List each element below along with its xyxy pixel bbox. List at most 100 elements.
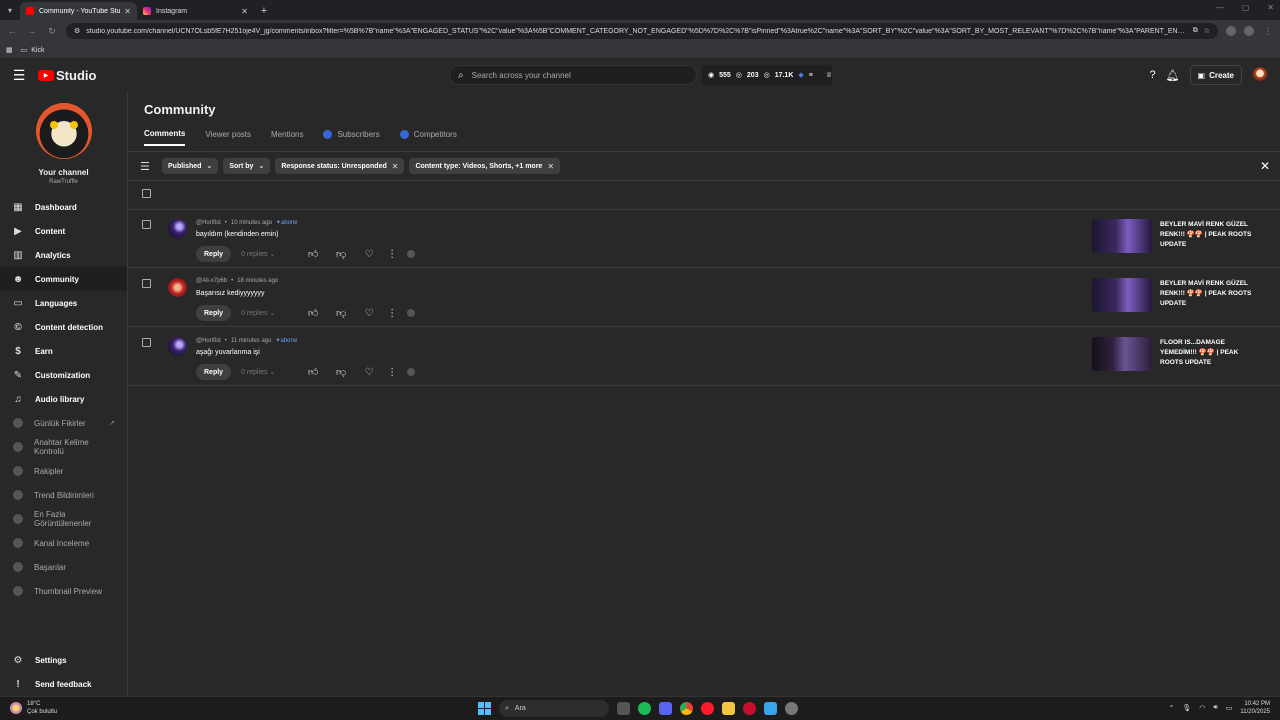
translate-icon[interactable]: ⧉ (1193, 27, 1198, 35)
chrome-icon[interactable] (680, 702, 693, 715)
dislike-icon[interactable]: 👎︎ (327, 307, 355, 319)
forward-icon[interactable]: → (26, 26, 38, 36)
like-icon[interactable]: 👍︎ (299, 366, 327, 378)
reply-button[interactable]: Reply (196, 305, 232, 321)
dislike-icon[interactable]: 👎︎ (327, 366, 355, 378)
replies-toggle[interactable]: 0 replies ⌄ (241, 250, 299, 258)
replies-toggle[interactable]: 0 replies ⌄ (241, 309, 299, 317)
tab-instagram[interactable]: Instagram ✕ (137, 2, 254, 20)
taskbar-search[interactable]: ⌕ Ara (499, 700, 609, 717)
comment-author[interactable]: @Horifist (196, 338, 221, 344)
extension-icon[interactable] (1226, 26, 1236, 36)
sidebar-item-anahtar-kelime[interactable]: Anahtar Kelime Kontrolü (0, 435, 127, 459)
sidebar-item-basarilar[interactable]: Başarılar (0, 555, 127, 579)
like-icon[interactable]: 👍︎ (299, 307, 327, 319)
sidebar-item-earn[interactable]: $ Earn (0, 339, 127, 363)
trophy-icon[interactable]: ♕ (826, 71, 832, 79)
reply-button[interactable]: Reply (196, 246, 232, 262)
commenter-avatar[interactable] (168, 278, 187, 297)
notepad-icon[interactable] (764, 702, 777, 715)
extension-badge-icon[interactable]: ◆ (798, 71, 803, 79)
close-window-icon[interactable]: ✕ (1267, 3, 1274, 12)
hamburger-menu-icon[interactable]: ☰ (0, 67, 38, 84)
tab-youtube-studio[interactable]: Community - YouTube Studio ✕ (20, 2, 137, 20)
windows-start-icon[interactable] (478, 702, 491, 715)
sidebar-item-community[interactable]: ☻ Community (0, 267, 127, 291)
close-icon[interactable]: ✕ (124, 7, 131, 16)
sidebar-item-audio-library[interactable]: ♫ Audio library (0, 387, 127, 411)
task-view-icon[interactable] (617, 702, 630, 715)
url-field[interactable]: ⚙ studio.youtube.com/channel/UCN7OLsb5fE… (66, 23, 1218, 39)
heart-icon[interactable]: ♡ (355, 308, 383, 319)
studio-logo[interactable]: ▶ Studio (38, 68, 96, 83)
tab-search-icon[interactable]: ▾ (0, 0, 20, 20)
back-icon[interactable]: ← (6, 26, 18, 36)
video-title[interactable]: BEYLER MAVİ RENK GÜZEL RENK!!! 🍄🍄 | PEAK… (1160, 220, 1260, 250)
tab-subscribers[interactable]: Subscribers (323, 129, 380, 146)
opera-gx-icon[interactable] (743, 702, 756, 715)
minimize-icon[interactable]: — (1216, 3, 1224, 12)
published-filter[interactable]: Published ⌄ (162, 158, 219, 174)
dislike-icon[interactable]: 👎︎ (327, 248, 355, 260)
wifi-icon[interactable]: ◠ (1199, 704, 1205, 712)
reload-icon[interactable]: ↻ (46, 26, 58, 37)
microphone-icon[interactable]: 🎙︎ (1182, 704, 1191, 712)
volume-icon[interactable]: 🔊︎ (1213, 704, 1217, 712)
comment-checkbox[interactable] (142, 338, 151, 347)
sort-by-filter[interactable]: Sort by ⌄ (223, 158, 271, 174)
video-title[interactable]: FLOOR IS...DAMAGE YEMEDİM!!! 🍄🍄 | PEAK R… (1160, 338, 1260, 368)
video-thumbnail[interactable] (1092, 337, 1152, 371)
help-icon[interactable]: ? (1149, 69, 1155, 81)
comment-author[interactable]: @Ali-x7p6b (196, 278, 227, 284)
replies-toggle[interactable]: 0 replies ⌄ (241, 368, 299, 376)
tab-viewer-posts[interactable]: Viewer posts (205, 129, 251, 146)
video-thumbnail[interactable] (1092, 219, 1152, 253)
extension-icon[interactable] (407, 309, 416, 317)
sidebar-item-customization[interactable]: ✎ Customization (0, 363, 127, 387)
heart-icon[interactable]: ♡ (355, 249, 383, 260)
heart-icon[interactable]: ♡ (355, 367, 383, 378)
sidebar-item-feedback[interactable]: ! Send feedback (0, 672, 127, 696)
comment-author[interactable]: @Horifist (196, 220, 221, 226)
discord-icon[interactable] (659, 702, 672, 715)
create-button[interactable]: ▣ Create (1189, 65, 1242, 85)
sidebar-item-settings[interactable]: ⚙ Settings (0, 648, 127, 672)
video-thumbnail[interactable] (1092, 278, 1152, 312)
extension-icon[interactable] (407, 368, 416, 376)
select-all-checkbox[interactable] (142, 189, 151, 198)
battery-icon[interactable]: ▭ (1226, 704, 1233, 712)
more-options-icon[interactable]: ⋮ (383, 249, 401, 260)
maximize-icon[interactable]: ▢ (1242, 3, 1250, 12)
comment-checkbox[interactable] (142, 220, 151, 229)
video-title[interactable]: BEYLER MAVİ RENK GÜZEL RENK!!! 🍄🍄 | PEAK… (1160, 279, 1260, 309)
account-avatar[interactable] (1252, 67, 1268, 83)
sidebar-item-content-detection[interactable]: © Content detection (0, 315, 127, 339)
close-icon[interactable]: ✕ (547, 162, 554, 171)
content-type-chip[interactable]: Content type: Videos, Shorts, +1 more ✕ (409, 158, 561, 174)
checkbox[interactable] (142, 189, 151, 198)
reply-button[interactable]: Reply (196, 364, 232, 380)
file-explorer-icon[interactable] (722, 702, 735, 715)
site-info-icon[interactable]: ⚙ (74, 27, 80, 35)
comment-checkbox[interactable] (142, 279, 151, 288)
more-options-icon[interactable]: ⋮ (383, 367, 401, 378)
system-clock[interactable]: 10:42 PM 11/20/2025 (1240, 700, 1270, 716)
response-status-chip[interactable]: Response status: Unresponded ✕ (275, 158, 405, 174)
channel-stats-widget[interactable]: ◉ 555 ◎ 203 ◎ 17.1K ◆ ≡ ♕ (702, 65, 832, 85)
settings-app-icon[interactable] (785, 702, 798, 715)
commenter-avatar[interactable] (168, 219, 187, 238)
chevron-up-icon[interactable]: ⌃ (1168, 704, 1174, 712)
extension-icon[interactable] (407, 250, 416, 258)
bookmark-kick[interactable]: ▭ Kick (21, 46, 45, 55)
sidebar-item-dashboard[interactable]: ▦ Dashboard (0, 195, 127, 219)
sidebar-item-languages[interactable]: ▭ Languages (0, 291, 127, 315)
tab-comments[interactable]: Comments (144, 129, 186, 146)
new-tab-button[interactable]: + (254, 2, 274, 20)
close-icon[interactable]: ✕ (241, 7, 248, 16)
tab-mentions[interactable]: Mentions (271, 129, 303, 146)
profile-icon[interactable] (1244, 26, 1254, 36)
like-icon[interactable]: 👍︎ (299, 248, 327, 260)
sidebar-item-en-fazla[interactable]: En Fazla Görüntülenenler (0, 507, 127, 531)
menu-icon[interactable]: ⋮ (1262, 26, 1274, 37)
more-options-icon[interactable]: ⋮ (383, 308, 401, 319)
